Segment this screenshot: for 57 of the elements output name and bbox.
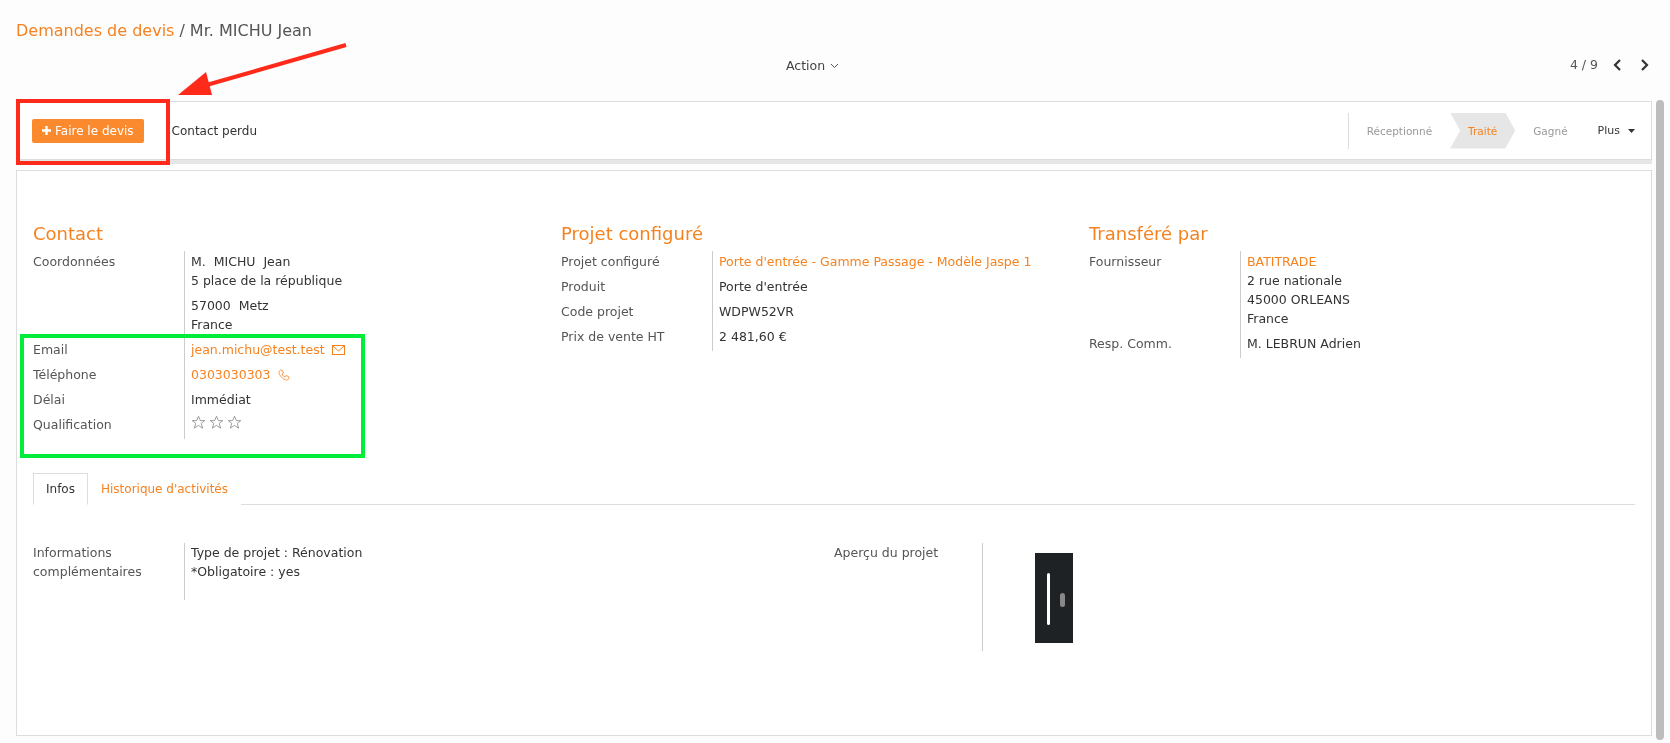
field-label: Prix de vente HT (561, 328, 666, 346)
field-label: Code projet (561, 303, 635, 321)
field-value: *Obligatoire : yes (191, 563, 301, 581)
breadcrumb-separator: / (179, 20, 185, 40)
field-value: M. LEBRUN Adrien (1247, 335, 1362, 353)
email-link[interactable]: jean.michu@test.test (191, 340, 523, 359)
more-dropdown[interactable]: Plus (1585, 112, 1639, 149)
field-label: Qualification (33, 416, 113, 434)
make-quote-button[interactable]: Faire le devis (32, 118, 144, 143)
record-link[interactable]: Porte d'entrée - Gamme Passage - Modèle Jaspe 1 (719, 252, 1051, 271)
star-icon[interactable] (227, 415, 242, 430)
field-value: Porte d'entrée (719, 278, 809, 296)
stage-step[interactable]: Réceptionné (1348, 112, 1451, 149)
plus-icon (42, 126, 51, 135)
field-value: Type de projet : Rénovation (191, 544, 364, 562)
caret-icon (1628, 128, 1635, 133)
field-label: Délai (33, 391, 66, 409)
field-value: France (191, 316, 234, 334)
tab[interactable]: Infos (33, 473, 88, 505)
pager-counter: 4 / 9 (1569, 57, 1598, 72)
field-label: Fournisseur (1089, 253, 1163, 271)
field-value: 2 481,60 € (719, 328, 788, 346)
previous-button[interactable] (1612, 58, 1624, 71)
field-value: 57000 Metz (191, 297, 270, 315)
section-title: Contact (33, 223, 105, 245)
stage-step[interactable]: Gagné (1515, 112, 1586, 149)
field-value: 45000 ORLEANS (1247, 291, 1351, 309)
phone-icon (277, 368, 290, 381)
stage-step[interactable]: Traité (1450, 112, 1516, 149)
chevron-down-icon (830, 62, 840, 69)
scrollbar[interactable] (1654, 100, 1666, 740)
field-value: France (1247, 310, 1290, 328)
field-value: M. MICHU Jean (191, 253, 292, 271)
next-button[interactable] (1638, 58, 1650, 71)
star-icon[interactable] (209, 415, 224, 430)
field-value: 5 place de la république (191, 272, 344, 290)
field-label: Projet configuré (561, 253, 661, 271)
record-title: Mr. MICHU Jean (189, 20, 312, 40)
field-label: Produit (561, 278, 607, 296)
star-icon[interactable] (191, 415, 206, 430)
breadcrumb-link[interactable]: Demandes de devis (16, 20, 175, 40)
section-title: Projet configuré (561, 223, 704, 245)
field-label: Informations complémentaires (33, 544, 143, 581)
phone-link[interactable]: 0303030303 (191, 365, 523, 384)
field-value: Immédiat (191, 391, 252, 409)
record-link[interactable]: BATITRADE (1247, 252, 1629, 271)
section-title: Transféré par (1089, 223, 1209, 245)
field-label: Aperçu du projet (834, 544, 940, 562)
field-label: Coordonnées (33, 253, 117, 271)
field-label: Téléphone (33, 366, 98, 384)
field-value: WDPW52VR (719, 303, 796, 321)
action-menu-button[interactable]: Action (780, 57, 846, 74)
envelope-icon (331, 344, 345, 355)
field-label: Resp. Comm. (1089, 335, 1173, 353)
field-value: 2 rue nationale (1247, 272, 1343, 290)
field-label: Email (33, 341, 69, 359)
text-button[interactable]: Contact perdu (161, 118, 268, 143)
